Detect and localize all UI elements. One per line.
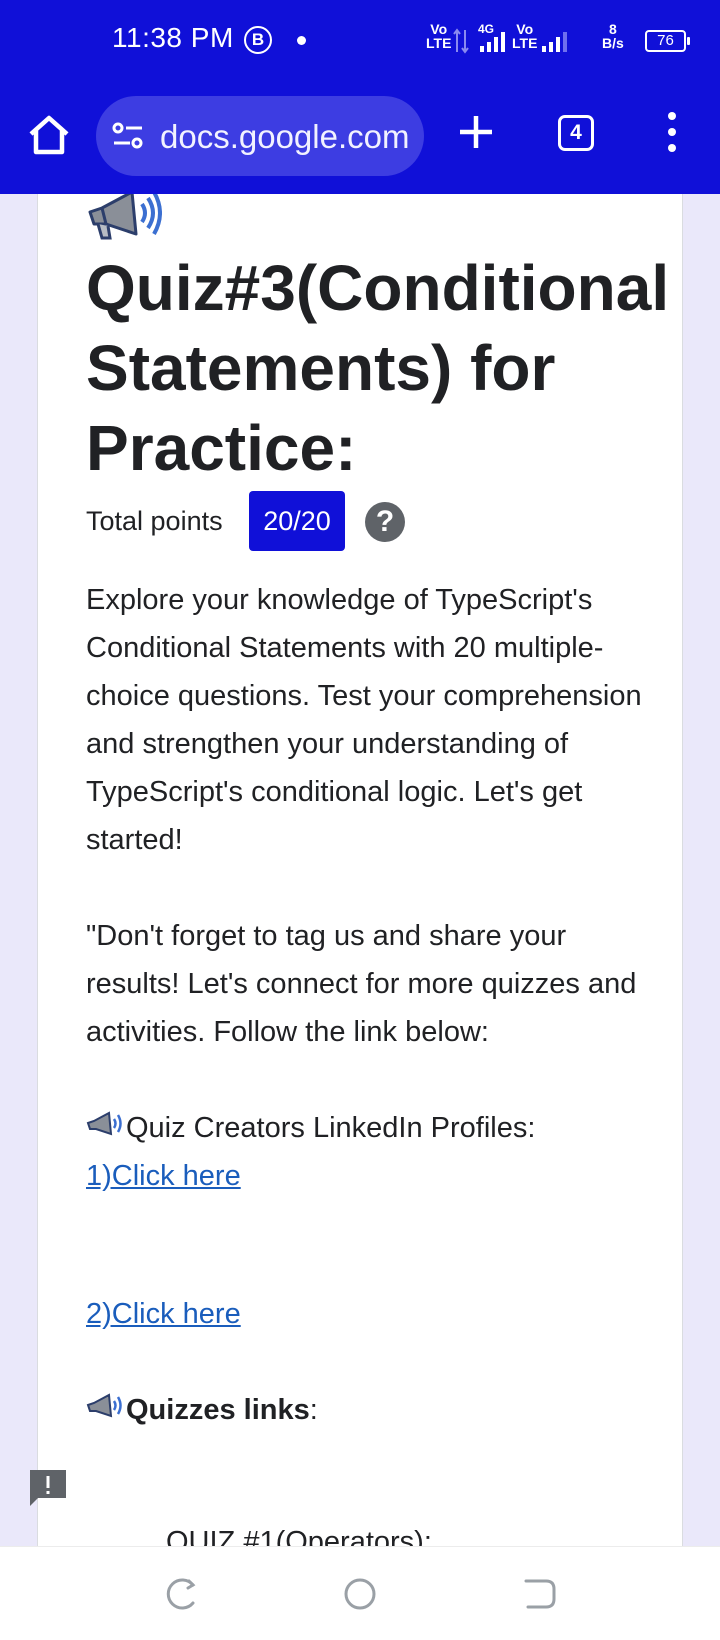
- profiles-line: Quiz Creators LinkedIn Profiles:: [86, 1104, 646, 1152]
- speaker-icon: [88, 190, 162, 240]
- address-bar[interactable]: docs.google.com: [96, 96, 424, 176]
- form-description: Explore your knowledge of TypeScript's C…: [86, 576, 646, 1434]
- report-feedback-icon[interactable]: [28, 1468, 68, 1508]
- volte-label-1: Vo LTE: [426, 21, 452, 51]
- net-speed: 8 B/s: [602, 21, 624, 51]
- url-text[interactable]: docs.google.com: [160, 118, 416, 156]
- status-time: 11:38 PM: [112, 22, 234, 53]
- description-text: Explore your knowledge of TypeScript's C…: [86, 584, 642, 856]
- points-badge: 20/20: [249, 491, 345, 551]
- home-nav-icon[interactable]: [343, 1577, 377, 1611]
- speaker-icon: [86, 1393, 122, 1418]
- profiles-label: Quiz Creators LinkedIn Profiles:: [126, 1112, 536, 1144]
- tab-switcher-icon[interactable]: 4: [558, 115, 594, 151]
- points-label: Total points: [86, 506, 223, 536]
- speaker-icon: [86, 1111, 122, 1136]
- browser-toolbar: docs.google.com 4: [0, 94, 720, 182]
- signal-bars-2-icon: [542, 32, 567, 52]
- signal-bars-1-icon: [480, 32, 505, 52]
- help-icon[interactable]: ?: [365, 502, 405, 542]
- home-icon[interactable]: [26, 112, 72, 158]
- volte-label-2: Vo LTE: [512, 21, 538, 51]
- recents-icon[interactable]: [163, 1577, 197, 1611]
- new-tab-icon[interactable]: [456, 112, 496, 152]
- data-arrows-icon: [453, 28, 469, 54]
- quizzes-colon: :: [309, 1394, 318, 1426]
- status-bar: 11:38 PM B Vo LTE 4G Vo LTE 8 B/s 76: [0, 0, 720, 80]
- system-nav-bar: [0, 1546, 720, 1640]
- battery-icon: 76: [645, 30, 690, 52]
- form-title: Quiz#3(Conditional Statements) for Pract…: [86, 252, 670, 484]
- linkedin-link-1[interactable]: 1)Click here: [86, 1160, 241, 1192]
- share-text: "Don't forget to tag us and share your r…: [86, 920, 637, 1048]
- b-app-icon: B: [244, 26, 272, 54]
- notification-dot-icon: [297, 36, 306, 45]
- quizzes-label: Quizzes links: [126, 1394, 310, 1426]
- quizzes-line: Quizzes links:: [86, 1386, 646, 1434]
- browser-chrome: 11:38 PM B Vo LTE 4G Vo LTE 8 B/s 76 doc…: [0, 0, 720, 194]
- back-icon[interactable]: [522, 1577, 556, 1611]
- site-settings-icon[interactable]: [112, 122, 144, 150]
- linkedin-link-2[interactable]: 2)Click here: [86, 1298, 241, 1330]
- more-vert-icon[interactable]: [664, 112, 680, 158]
